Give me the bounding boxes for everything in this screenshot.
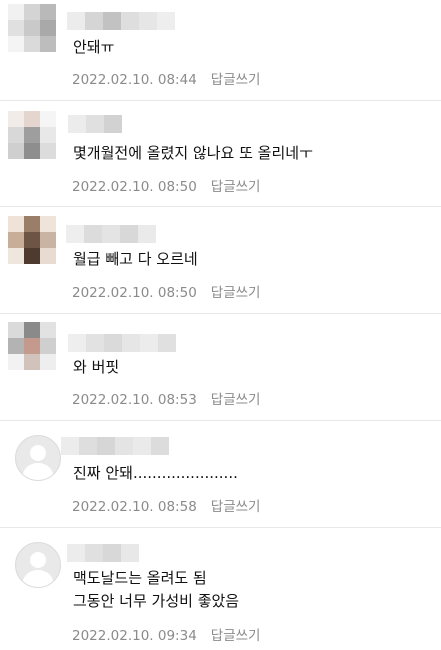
comment-meta: 2022.02.10. 08:53 답글쓰기: [72, 388, 260, 408]
comment-item: 몇개월전에 올렸지 않나요 또 올리네ㅜ 2022.02.10. 08:50 답글…: [0, 101, 441, 207]
comment-meta: 2022.02.10. 08:50 답글쓰기: [72, 175, 260, 195]
avatar[interactable]: [15, 542, 61, 588]
avatar[interactable]: [8, 322, 56, 370]
reply-button[interactable]: 답글쓰기: [211, 72, 261, 88]
nickname[interactable]: [66, 225, 156, 243]
avatar[interactable]: [8, 216, 56, 264]
person-silhouette-icon: [22, 552, 54, 587]
avatar[interactable]: [8, 111, 56, 159]
reply-button[interactable]: 답글쓰기: [211, 179, 261, 195]
nickname[interactable]: [61, 437, 169, 455]
comment-date: 2022.02.10. 08:58: [72, 499, 197, 515]
comment-text: 월급 빼고 다 오르네: [73, 250, 198, 268]
comment-date: 2022.02.10. 08:50: [72, 285, 197, 301]
comment-text-line: 그동안 너무 가성비 좋았음: [73, 592, 240, 610]
comment-date: 2022.02.10. 08:53: [72, 392, 197, 408]
reply-button[interactable]: 답글쓰기: [211, 628, 261, 644]
comment-text: 안돼ㅠ: [73, 38, 115, 56]
person-silhouette-icon: [22, 445, 54, 480]
comment-item: 와 버핏 2022.02.10. 08:53 답글쓰기: [0, 314, 441, 421]
nickname[interactable]: [67, 544, 139, 562]
avatar[interactable]: [8, 4, 56, 52]
comment-text: 몇개월전에 올렸지 않나요 또 올리네ㅜ: [73, 144, 313, 162]
comment-date: 2022.02.10. 08:50: [72, 179, 197, 195]
reply-button[interactable]: 답글쓰기: [211, 499, 261, 515]
comment-date: 2022.02.10. 08:44: [72, 72, 197, 88]
comment-item: 맥도날드는 올려도 됨 그동안 너무 가성비 좋았음 2022.02.10. 0…: [0, 528, 441, 650]
reply-button[interactable]: 답글쓰기: [211, 392, 261, 408]
comment-text: 와 버핏: [73, 358, 120, 376]
nickname[interactable]: [68, 334, 176, 352]
comment-item: 진짜 안돼...................... 2022.02.10. …: [0, 421, 441, 528]
reply-button[interactable]: 답글쓰기: [211, 285, 261, 301]
comment-text: 진짜 안돼......................: [73, 464, 238, 482]
avatar[interactable]: [15, 435, 61, 481]
comment-meta: 2022.02.10. 09:34 답글쓰기: [72, 624, 260, 644]
comment-text-line: 맥도날드는 올려도 됨: [73, 569, 207, 587]
comment-meta: 2022.02.10. 08:44 답글쓰기: [72, 68, 260, 88]
comment-meta: 2022.02.10. 08:58 답글쓰기: [72, 495, 260, 515]
comment-date: 2022.02.10. 09:34: [72, 628, 197, 644]
nickname[interactable]: [67, 12, 175, 30]
comment-item: 안돼ㅠ 2022.02.10. 08:44 답글쓰기: [0, 0, 441, 101]
comment-item: 월급 빼고 다 오르네 2022.02.10. 08:50 답글쓰기: [0, 207, 441, 314]
nickname[interactable]: [68, 115, 122, 133]
comment-meta: 2022.02.10. 08:50 답글쓰기: [72, 281, 260, 301]
